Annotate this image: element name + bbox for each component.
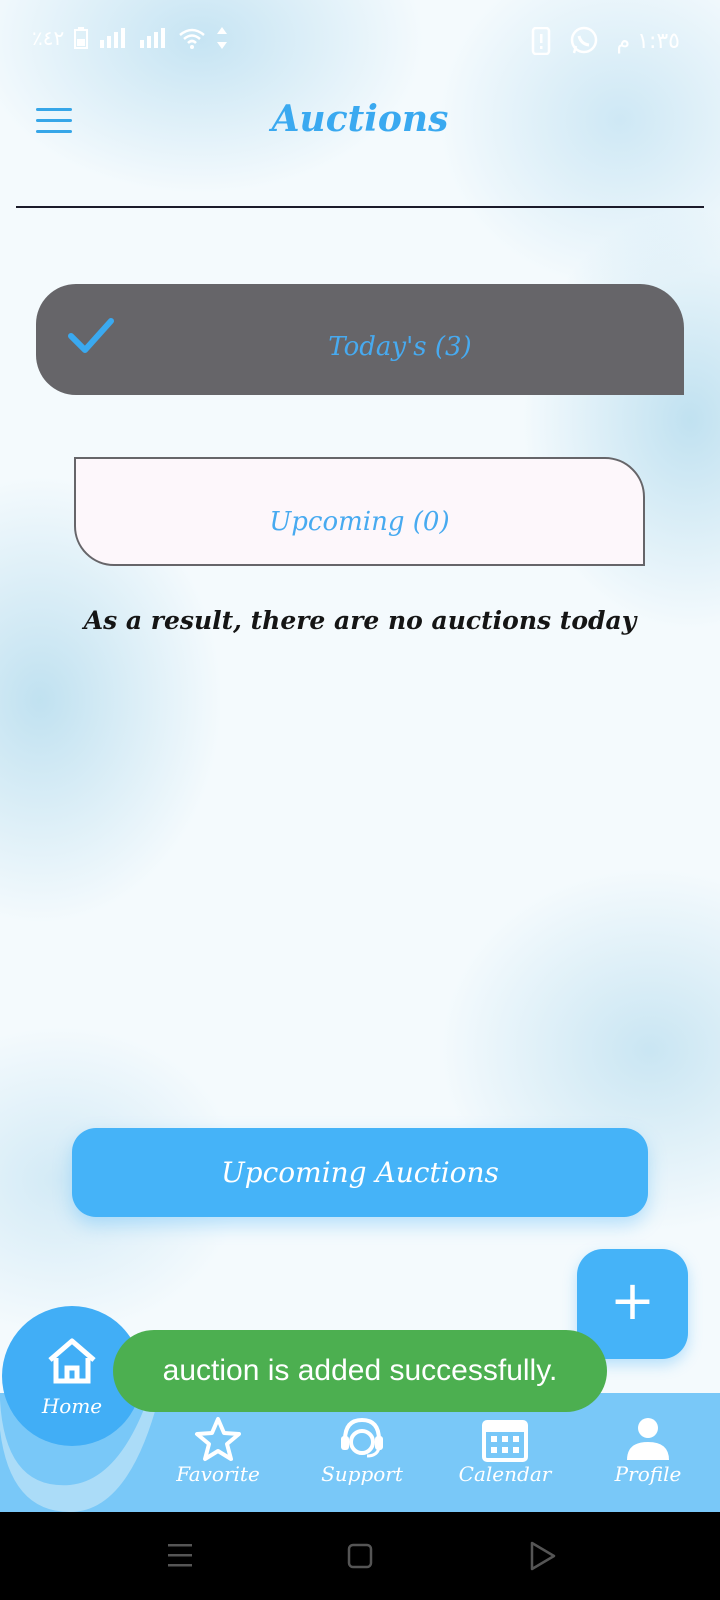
nav-profile[interactable]: Profile (593, 1400, 703, 1500)
toast-message: auction is added successfully. (113, 1330, 607, 1412)
wifi-icon (179, 28, 206, 49)
tab-upcoming-label: Upcoming (0) (269, 507, 450, 537)
status-left: ٪٤٢ (32, 26, 228, 50)
star-icon (195, 1417, 241, 1461)
home-system-icon[interactable] (338, 1534, 382, 1578)
nav-support-label: Support (321, 1462, 403, 1486)
calendar-icon (482, 1420, 528, 1462)
page-title: Auctions (271, 98, 449, 140)
upcoming-auctions-button[interactable]: Upcoming Auctions (72, 1128, 648, 1217)
app-header: Auctions (0, 80, 720, 206)
nav-favorite[interactable]: Favorite (163, 1400, 273, 1500)
data-arrows-icon (217, 27, 228, 49)
nav-favorite-label: Favorite (176, 1462, 260, 1486)
system-nav-bar (0, 1512, 720, 1600)
clock: ١:٣٥ م (616, 28, 681, 54)
plus-icon: + (609, 1269, 656, 1332)
phone-alert-icon (531, 27, 550, 55)
nav-home-label: Home (41, 1394, 103, 1418)
back-icon[interactable] (520, 1534, 564, 1578)
tab-upcoming[interactable]: Upcoming (0) (74, 457, 645, 566)
status-right: ١:٣٥ م (531, 26, 681, 56)
nav-support[interactable]: Support (307, 1400, 417, 1500)
empty-state-message: As a result, there are no auctions today (83, 606, 637, 635)
support-agent-icon (341, 1417, 383, 1458)
recent-apps-icon[interactable] (158, 1534, 202, 1578)
battery-percent: ٪٤٢ (32, 26, 65, 50)
header-divider (16, 206, 704, 208)
battery-icon (74, 27, 89, 49)
signal-icon-2 (140, 28, 166, 48)
home-icon (48, 1338, 96, 1384)
signal-icon (100, 28, 126, 48)
nav-profile-label: Profile (614, 1462, 682, 1486)
nav-calendar[interactable]: Calendar (450, 1400, 560, 1500)
status-bar: ٪٤٢ ١:٣٥ م (0, 0, 720, 80)
tab-today-label: Today's (3) (328, 332, 472, 362)
whatsapp-icon (570, 26, 597, 54)
profile-icon (627, 1418, 669, 1460)
tab-today[interactable]: Today's (3) (36, 284, 684, 395)
nav-calendar-label: Calendar (458, 1462, 552, 1486)
